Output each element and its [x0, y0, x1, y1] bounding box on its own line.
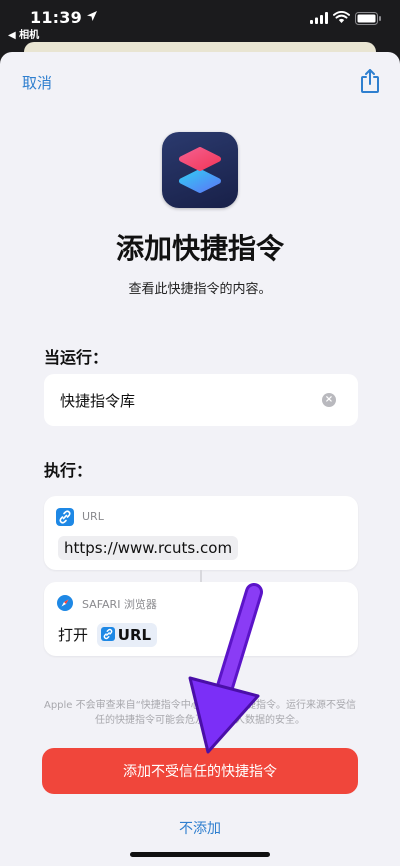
- when-run-label: 当运行：: [44, 348, 109, 367]
- url-value-token[interactable]: https://www.rcuts.com: [58, 536, 239, 560]
- status-time: 11:39: [30, 8, 82, 27]
- when-run-field[interactable]: 快捷指令库 ×: [44, 374, 358, 426]
- action-card-safari[interactable]: SAFARI 浏览器 打开 URL: [44, 582, 358, 656]
- link-icon: [100, 627, 115, 641]
- sheet-title: 添加快捷指令: [115, 232, 284, 265]
- sheet-subtitle: 查看此快捷指令的内容。: [128, 282, 272, 297]
- home-indicator: [130, 852, 270, 857]
- safari-compass-icon: [56, 594, 74, 612]
- location-arrow-icon: [87, 11, 97, 21]
- untrusted-disclaimer: Apple 不会审查来自“快捷指令中心”以外的快捷指令。运行来源不受信任的快捷指…: [43, 700, 356, 726]
- when-run-value: 快捷指令库: [60, 392, 136, 410]
- shortcuts-app-icon: [162, 132, 238, 208]
- action-name-safari: SAFARI 浏览器: [82, 598, 157, 611]
- wifi-icon: [333, 11, 350, 23]
- open-url-row: 打开 URL: [58, 622, 158, 647]
- link-icon: [56, 508, 74, 526]
- url-variable-chip[interactable]: URL: [96, 622, 158, 647]
- clear-icon[interactable]: ×: [322, 393, 336, 407]
- cellular-signal-icon: [310, 12, 328, 24]
- dont-add-button[interactable]: 不添加: [0, 818, 400, 838]
- url-variable-label: URL: [117, 625, 152, 644]
- add-shortcut-sheet: 取消 添加快捷指令 查看此快捷指令的内容。 当运行： 快捷指令库 × 执行： U…: [0, 52, 400, 866]
- action-name-url: URL: [82, 510, 104, 523]
- share-icon[interactable]: [358, 68, 382, 94]
- phone-screen: 11:39 ◀ 相机 取消 添加快捷指令 查看此快捷指令的内容。 当运行： 快捷…: [0, 0, 400, 866]
- do-label: 执行：: [44, 461, 93, 480]
- action-connector: [200, 570, 202, 582]
- back-to-app-link[interactable]: ◀ 相机: [8, 26, 39, 41]
- status-bar: 11:39 ◀ 相机: [0, 0, 400, 44]
- open-verb: 打开: [58, 625, 89, 644]
- action-card-url[interactable]: URL https://www.rcuts.com: [44, 496, 358, 570]
- cancel-button[interactable]: 取消: [22, 72, 52, 93]
- add-untrusted-shortcut-button[interactable]: 添加不受信任的快捷指令: [42, 748, 358, 794]
- battery-icon: [355, 12, 381, 25]
